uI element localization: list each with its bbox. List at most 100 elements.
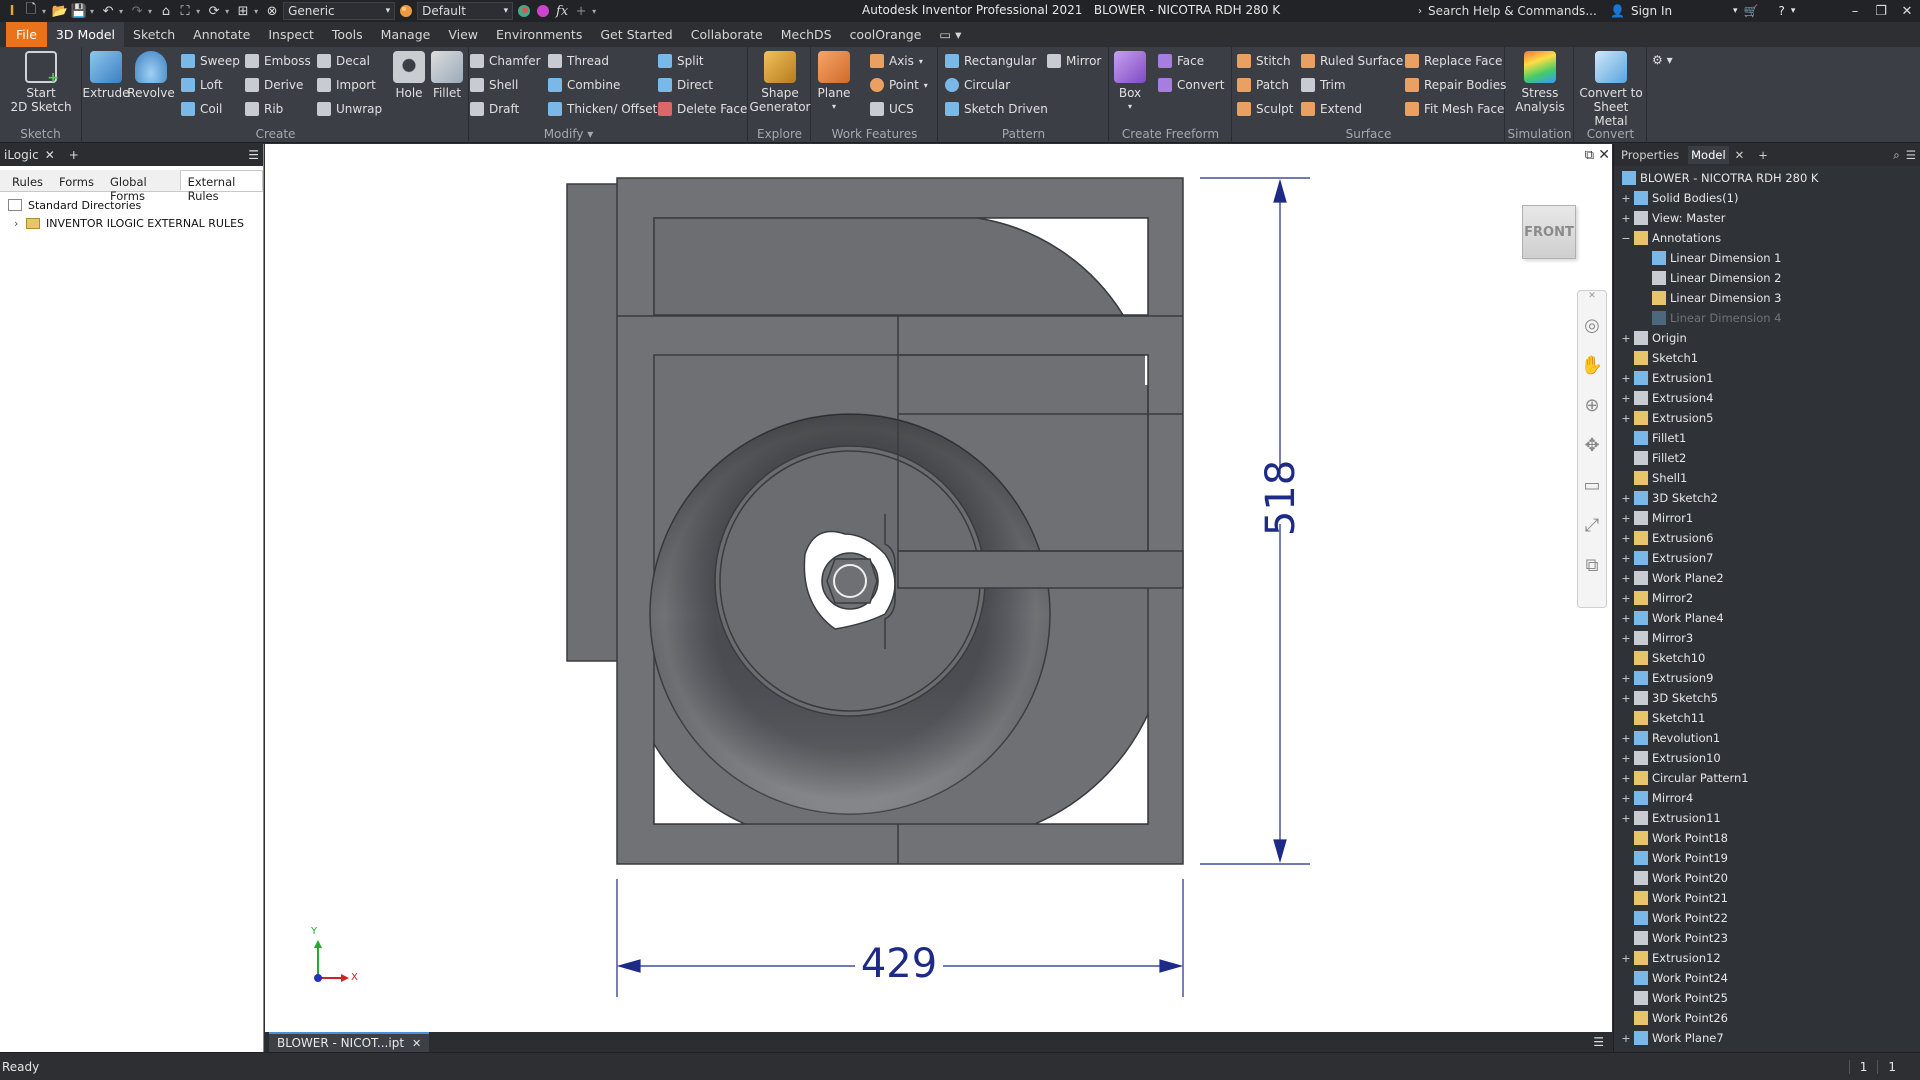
new-file-icon[interactable]: 🗋 (23, 2, 39, 19)
tree-item[interactable]: Work Point19 (1620, 848, 1918, 868)
parameters-fx-icon[interactable]: fx (554, 3, 570, 19)
import-button[interactable]: Import (317, 75, 376, 95)
tree-item[interactable]: + Extrusion7 (1620, 548, 1918, 568)
restore-icon[interactable]: ❐ (1868, 0, 1894, 22)
graphics-window[interactable]: ⧉ ✕ 518 429 Y X FRONT (265, 144, 1612, 1032)
rib-button[interactable]: Rib (245, 99, 283, 119)
trim-button[interactable]: Trim (1301, 75, 1346, 95)
dimension-height-text[interactable]: 518 (1245, 460, 1317, 536)
expand-icon[interactable]: + (1620, 492, 1632, 505)
sweep-button[interactable]: Sweep (181, 51, 240, 71)
point-button[interactable]: Point ▾ (870, 75, 928, 95)
tab-mechds[interactable]: MechDS (772, 22, 841, 47)
stitch-button[interactable]: Stitch (1237, 51, 1291, 71)
convert-to-sheet-metal-button[interactable]: Convert to Sheet Metal (1577, 51, 1645, 128)
tab-global-forms[interactable]: Global Forms (102, 170, 180, 203)
zoom-icon[interactable]: ⊕ (1578, 385, 1606, 425)
shape-generator-button[interactable]: Shape Generator (750, 51, 810, 114)
shell-button[interactable]: Shell (470, 75, 518, 95)
tree-item[interactable]: + Origin (1620, 328, 1918, 348)
decal-button[interactable]: Decal (317, 51, 370, 71)
tree-item[interactable]: + Extrusion10 (1620, 748, 1918, 768)
undo-icon[interactable]: ↶ (100, 3, 116, 19)
tree-item[interactable]: + Extrusion11 (1620, 808, 1918, 828)
select-filter-icon[interactable]: ⛶ (177, 3, 193, 19)
user-icon[interactable]: 👤 (1610, 4, 1625, 18)
ucs-button[interactable]: UCS (870, 99, 914, 119)
tree-item[interactable]: Work Point24 (1620, 968, 1918, 988)
expand-icon[interactable]: + (1620, 1032, 1632, 1045)
sketch-driven-pattern-button[interactable]: Sketch Driven (945, 99, 1048, 119)
tab-inspect[interactable]: Inspect (259, 22, 323, 47)
adjust-appearance-icon[interactable] (516, 3, 532, 19)
extend-button[interactable]: Extend (1301, 99, 1362, 119)
tree-item[interactable]: Work Point21 (1620, 888, 1918, 908)
expand-icon[interactable]: + (1620, 572, 1632, 585)
home-icon[interactable]: ⌂ (158, 3, 174, 19)
orbit-icon[interactable]: ✥ (1578, 425, 1606, 465)
convert-freeform-button[interactable]: Convert (1158, 75, 1224, 95)
clear-appearance-icon[interactable] (535, 3, 551, 19)
tree-item[interactable]: + Mirror1 (1620, 508, 1918, 528)
tree-item[interactable]: + Work Plane4 (1620, 608, 1918, 628)
replace-face-button[interactable]: Replace Face (1405, 51, 1502, 71)
collapse-icon[interactable]: − (1620, 232, 1632, 245)
derive-button[interactable]: Derive (245, 75, 303, 95)
plus-icon[interactable]: + (573, 3, 589, 19)
expand-icon[interactable]: + (1620, 412, 1632, 425)
tree-item[interactable]: Work Point25 (1620, 988, 1918, 1008)
tree-item[interactable]: + Extrusion1 (1620, 368, 1918, 388)
ribbon-options-icon[interactable]: ▭ ▾ (930, 22, 970, 47)
tree-item[interactable]: + View: Master (1620, 208, 1918, 228)
plus-icon[interactable]: + (1758, 148, 1768, 162)
expand-icon[interactable]: + (1620, 512, 1632, 525)
chevron-down-icon[interactable]: ▾ (1733, 6, 1738, 16)
expand-icon[interactable]: + (1620, 332, 1632, 345)
chevron-right-icon[interactable]: › (1418, 6, 1422, 17)
redo-icon[interactable]: ↷ (129, 3, 145, 19)
tree-item[interactable]: + Mirror4 (1620, 788, 1918, 808)
menu-icon[interactable]: ☰ (248, 148, 259, 162)
thicken-offset-button[interactable]: Thicken/ Offset (548, 99, 657, 119)
tree-item[interactable]: + Extrusion4 (1620, 388, 1918, 408)
material-combo[interactable]: Default ▾ (417, 2, 514, 20)
thread-button[interactable]: Thread (548, 51, 609, 71)
tab-rules[interactable]: Rules (4, 170, 51, 191)
steering-wheel-icon[interactable]: ◎ (1578, 305, 1606, 345)
plus-icon[interactable]: + (69, 148, 79, 162)
zoom-window-icon[interactable]: ⧉ (1578, 545, 1606, 585)
viewcube-front[interactable]: FRONT (1522, 205, 1576, 259)
sign-in-link[interactable]: Sign In (1631, 4, 1727, 18)
panel-label-modify[interactable]: Modify ▾ (390, 127, 747, 141)
tree-item[interactable]: Work Point23 (1620, 928, 1918, 948)
expand-icon[interactable]: + (1620, 612, 1632, 625)
fit-mesh-face-button[interactable]: Fit Mesh Face (1405, 99, 1504, 119)
draft-button[interactable]: Draft (470, 99, 519, 119)
tab-3d-model[interactable]: 3D Model (46, 22, 125, 47)
tree-item[interactable]: + Extrusion12 (1620, 948, 1918, 968)
extrude-button[interactable]: Extrude (83, 51, 129, 100)
tab-coolorange[interactable]: coolOrange (841, 22, 931, 47)
tree-item[interactable]: Work Point22 (1620, 908, 1918, 928)
face-button[interactable]: Face (1158, 51, 1204, 71)
chevron-down-icon[interactable]: ▾ (225, 7, 229, 16)
tree-item[interactable]: Fillet2 (1620, 448, 1918, 468)
tab-forms[interactable]: Forms (51, 170, 102, 191)
circular-pattern-button[interactable]: Circular (945, 75, 1010, 95)
expand-icon[interactable]: + (1620, 212, 1632, 225)
expand-icon[interactable]: + (1620, 372, 1632, 385)
start-2d-sketch-button[interactable]: + Start 2D Sketch (10, 51, 72, 114)
tree-item[interactable]: Fillet1 (1620, 428, 1918, 448)
tree-item[interactable]: Sketch10 (1620, 648, 1918, 668)
expand-icon[interactable]: + (1620, 732, 1632, 745)
chevron-down-icon[interactable]: ▾ (90, 7, 94, 16)
look-at-icon[interactable]: ▭ (1578, 465, 1606, 505)
tree-item[interactable]: Linear Dimension 2 (1620, 268, 1918, 288)
chevron-down-icon[interactable]: ▾ (196, 7, 200, 16)
expand-icon[interactable]: + (1620, 392, 1632, 405)
loft-button[interactable]: Loft (181, 75, 223, 95)
tree-item-external-rules-folder[interactable]: › INVENTOR ILOGIC EXTERNAL RULES (8, 214, 255, 232)
dimension-width-text[interactable]: 429 (855, 941, 943, 991)
help-search-input[interactable]: Search Help & Commands... (1428, 4, 1604, 18)
tab-collaborate[interactable]: Collaborate (682, 22, 772, 47)
